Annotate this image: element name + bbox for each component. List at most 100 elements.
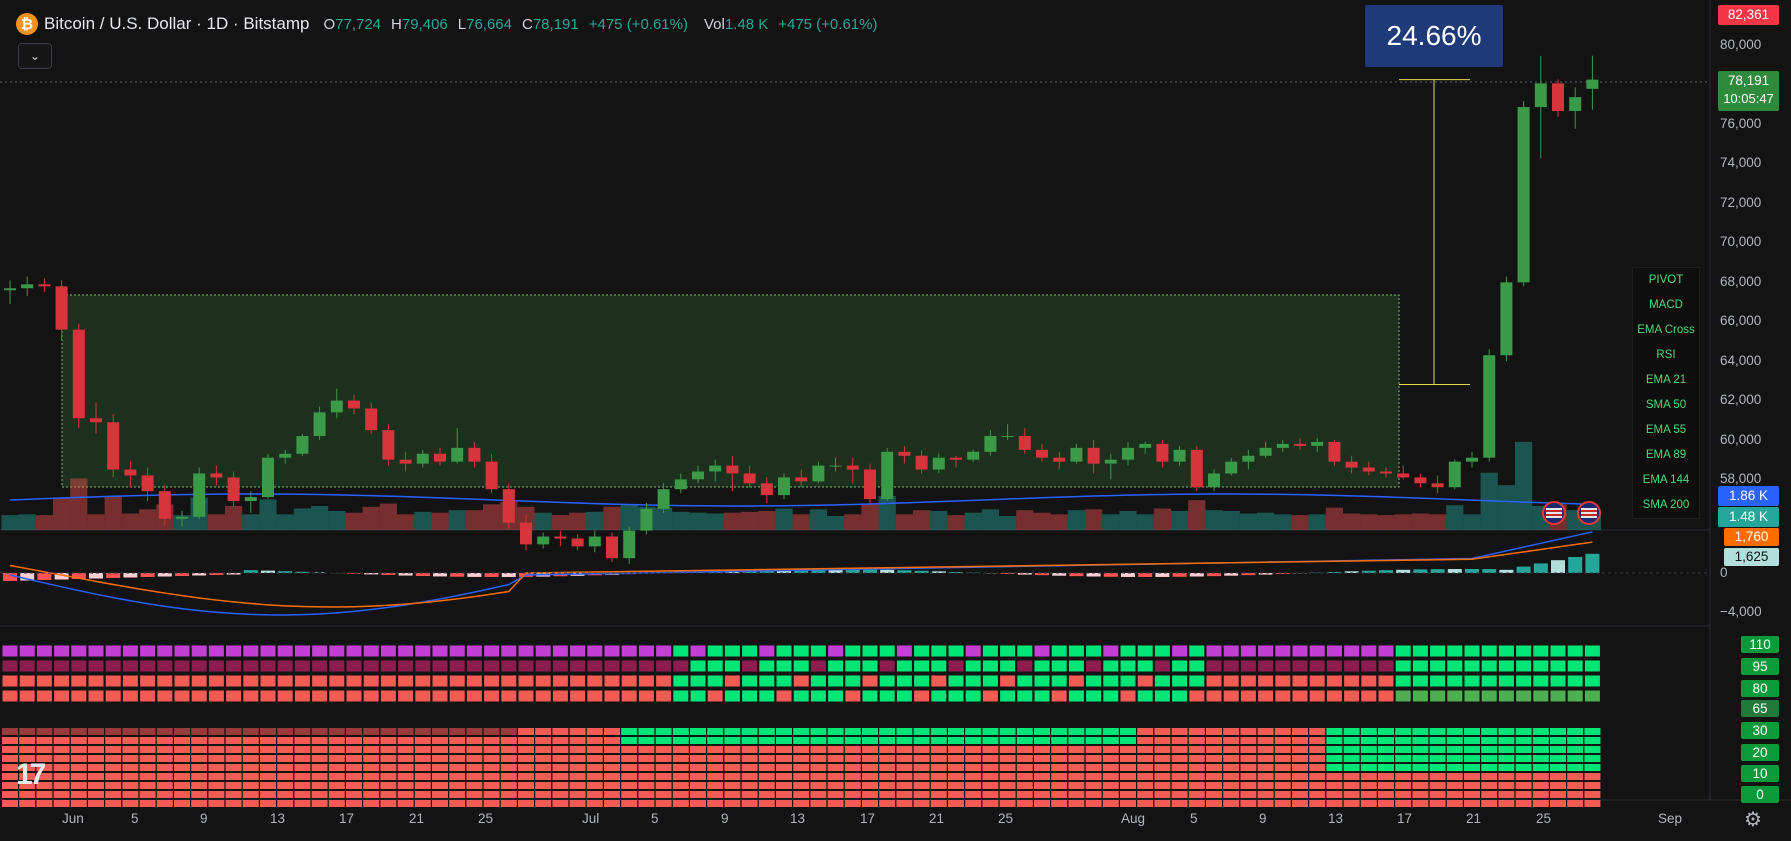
heatmap-cell bbox=[397, 773, 414, 780]
heatmap-cell bbox=[260, 755, 276, 762]
indicator-sma-50[interactable]: SMA 50 bbox=[1633, 393, 1699, 418]
heatmap-cell bbox=[758, 791, 775, 798]
tradingview-logo[interactable]: 17 bbox=[16, 758, 46, 792]
candle-body bbox=[1483, 355, 1496, 458]
volume-bar bbox=[87, 514, 105, 530]
indicator-ema-89[interactable]: EMA 89 bbox=[1633, 443, 1699, 468]
heatmap-cell bbox=[414, 773, 431, 780]
heatmap-cell bbox=[1584, 755, 1601, 762]
heatmap-cell bbox=[105, 737, 122, 744]
volume-bar bbox=[276, 514, 294, 530]
price-tick: 62,000 bbox=[1720, 392, 1762, 407]
heatmap-cell bbox=[621, 737, 638, 744]
symbol-title[interactable]: Bitcoin / U.S. Dollar · 1D · Bitstamp bbox=[44, 14, 309, 34]
volume-bar bbox=[603, 506, 621, 530]
heatmap-cell bbox=[1257, 764, 1274, 771]
heatmap-cell bbox=[448, 689, 466, 703]
heatmap-cell bbox=[191, 773, 208, 780]
heatmap-cell bbox=[1257, 755, 1274, 762]
heatmap-cell bbox=[70, 773, 87, 780]
heatmap-cell bbox=[88, 737, 104, 744]
heatmap-cell bbox=[1102, 659, 1120, 673]
heatmap-cell bbox=[758, 773, 775, 780]
heatmap-cell bbox=[586, 755, 603, 762]
heatmap-cell bbox=[1343, 728, 1360, 735]
heatmap-cell bbox=[1136, 689, 1154, 703]
us-flag-event-icon[interactable] bbox=[1577, 501, 1601, 525]
signal-line bbox=[9, 541, 1593, 608]
heatmap-cell bbox=[449, 746, 466, 753]
heatmap-cell bbox=[277, 782, 294, 789]
heatmap-cell bbox=[604, 773, 620, 780]
heatmap-cell bbox=[414, 746, 431, 753]
heatmap-cell bbox=[569, 644, 587, 658]
heatmap-cell bbox=[465, 674, 483, 688]
heatmap-cell bbox=[1188, 764, 1205, 771]
time-tick: 25 bbox=[478, 811, 494, 826]
heatmap-cell bbox=[741, 737, 758, 744]
volume-bar bbox=[35, 515, 53, 530]
heatmap-cell bbox=[518, 764, 534, 771]
candle-body bbox=[1466, 457, 1478, 462]
heatmap-cell bbox=[294, 755, 311, 762]
heatmap-cell bbox=[156, 644, 174, 658]
heatmap-cell bbox=[844, 791, 861, 798]
heatmap-cell bbox=[139, 728, 156, 735]
heatmap-cell bbox=[276, 659, 294, 673]
heatmap-cell bbox=[346, 764, 362, 771]
indicator-ema-55[interactable]: EMA 55 bbox=[1633, 418, 1699, 443]
heatmap-cell bbox=[1326, 764, 1343, 771]
heatmap-cell bbox=[1291, 644, 1309, 658]
heatmap-cell bbox=[861, 659, 879, 673]
heatmap-cell bbox=[1171, 782, 1188, 789]
heatmap-cell bbox=[1584, 764, 1601, 771]
gear-icon[interactable]: ⚙ bbox=[1741, 808, 1765, 832]
heatmap-cell bbox=[1222, 644, 1240, 658]
heatmap-cell bbox=[518, 746, 534, 753]
indicator-macd[interactable]: MACD bbox=[1633, 293, 1699, 318]
candle-body bbox=[313, 412, 326, 437]
heatmap-cell bbox=[1343, 689, 1361, 703]
time-tick: 13 bbox=[790, 811, 806, 826]
heatmap-cell bbox=[913, 773, 930, 780]
heatmap-cell bbox=[311, 644, 329, 658]
heatmap-cell bbox=[896, 755, 913, 762]
indicator-pivot[interactable]: PIVOT bbox=[1633, 268, 1699, 293]
heatmap-cell bbox=[328, 728, 345, 735]
chart-canvas[interactable] bbox=[0, 0, 1791, 841]
heatmap-cell bbox=[1515, 728, 1532, 735]
heatmap-cell bbox=[879, 800, 896, 807]
heatmap-cell bbox=[346, 755, 362, 762]
heatmap-cell bbox=[551, 674, 569, 688]
indicator-ema-cross[interactable]: EMA Cross bbox=[1633, 318, 1699, 343]
heatmap-cell bbox=[758, 737, 775, 744]
heatmap-cell bbox=[535, 737, 552, 744]
heatmap-cell bbox=[1309, 755, 1326, 762]
heatmap-cell bbox=[1171, 773, 1188, 780]
heatmap-cell bbox=[1153, 689, 1171, 703]
heatmap-cell bbox=[1, 674, 19, 688]
macd-histogram-bar bbox=[1086, 573, 1101, 577]
indicator-ema-21[interactable]: EMA 21 bbox=[1633, 368, 1699, 393]
heatmap-cell bbox=[225, 674, 243, 688]
heatmap-cell bbox=[1240, 773, 1257, 780]
heatmap-cell bbox=[1411, 644, 1429, 658]
us-flag-event-icon[interactable] bbox=[1542, 501, 1566, 525]
heatmap-cell bbox=[466, 755, 483, 762]
volume-bar bbox=[1205, 510, 1223, 530]
heatmap-cell bbox=[1102, 674, 1120, 688]
time-tick: Jun bbox=[62, 811, 84, 826]
heatmap-cell bbox=[1532, 674, 1550, 688]
heatmap-cell bbox=[1016, 791, 1033, 798]
heatmap-cell bbox=[1205, 659, 1223, 673]
collapse-legend-button[interactable]: ⌄ bbox=[18, 43, 52, 69]
heatmap-cell bbox=[741, 746, 758, 753]
indicator-ema-144[interactable]: EMA 144 bbox=[1633, 468, 1699, 493]
heatmap-cell bbox=[1102, 746, 1119, 753]
level-tag: 95 bbox=[1741, 658, 1779, 675]
heatmap-cell bbox=[2, 737, 18, 744]
indicator-sma-200[interactable]: SMA 200 bbox=[1633, 493, 1699, 518]
heatmap-cell bbox=[156, 659, 174, 673]
volume-bar bbox=[1033, 512, 1051, 530]
indicator-rsi[interactable]: RSI bbox=[1633, 343, 1699, 368]
